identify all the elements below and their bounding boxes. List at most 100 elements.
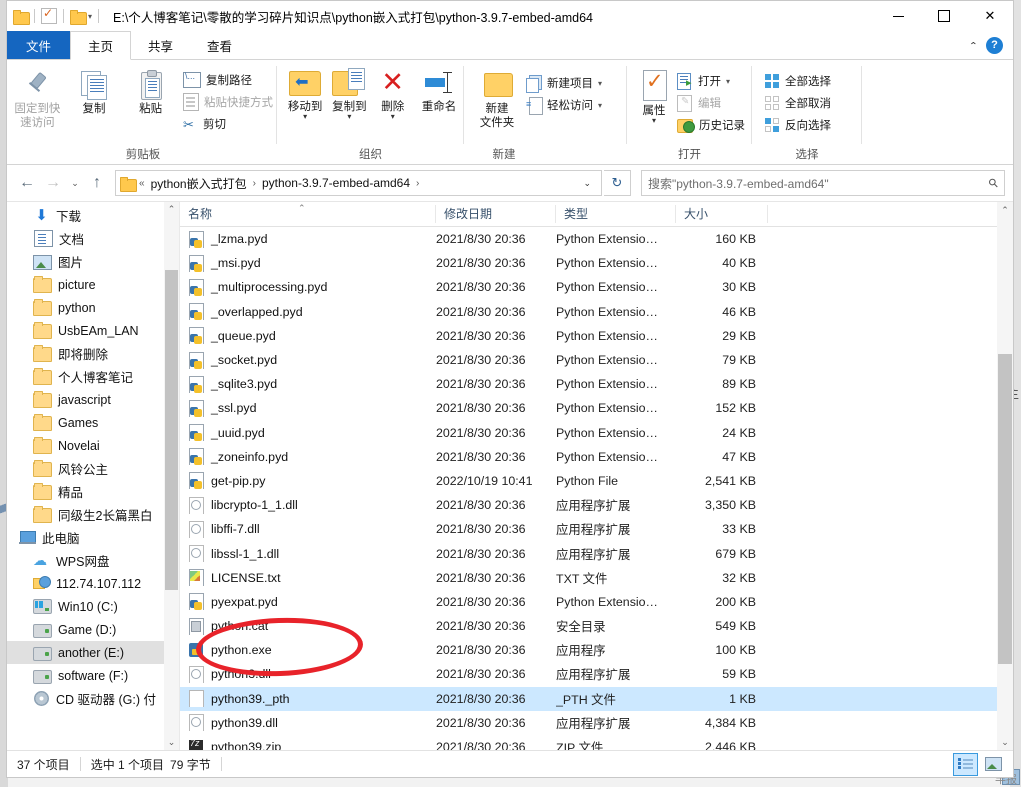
nav-item-13[interactable]: 同级生2长篇黑白: [7, 503, 179, 526]
nav-item-5[interactable]: UsbEAm_LAN⚲: [7, 319, 179, 342]
table-row[interactable]: python39.zip 2021/8/30 20:36 ZIP 文件 2,446 K…: [180, 735, 1013, 750]
breadcrumb-chevron-icon-2[interactable]: ›: [416, 178, 419, 189]
list-scroll-down-icon[interactable]: ⌄: [997, 734, 1013, 750]
close-button[interactable]: ✕: [967, 1, 1013, 31]
select-none-button[interactable]: 全部取消: [760, 92, 835, 114]
paste-shortcut-button[interactable]: 粘贴快捷方式: [179, 91, 277, 113]
new-folder-icon[interactable]: [70, 9, 87, 25]
table-row[interactable]: _msi.pyd 2021/8/30 20:36 Python Extensio… 4…: [180, 251, 1013, 275]
chevron-down-icon[interactable]: ▾: [598, 101, 602, 110]
address-input[interactable]: « python嵌入式打包 › python-3.9.7-embed-amd64…: [115, 170, 602, 196]
properties-button[interactable]: ✓ 属性 ▾: [635, 66, 673, 125]
table-row[interactable]: pyexpat.pyd 2021/8/30 20:36 Python Extensi…: [180, 590, 1013, 614]
nav-item-2[interactable]: 图片⚲: [7, 250, 179, 273]
nav-item-7[interactable]: 个人博客笔记⚲: [7, 365, 179, 388]
breadcrumb-item-parent[interactable]: python嵌入式打包: [149, 175, 249, 192]
nav-item-20[interactable]: software (F:): [7, 664, 179, 687]
select-all-button[interactable]: 全部选择: [760, 70, 835, 92]
move-to-button[interactable]: ⬅ 移动到 ▾: [283, 66, 327, 121]
breadcrumb-chevron-icon[interactable]: ›: [253, 178, 256, 189]
copy-path-button[interactable]: 复制路径: [179, 69, 277, 91]
chevron-down-icon[interactable]: ▾: [726, 77, 730, 86]
nav-item-12[interactable]: 精品: [7, 480, 179, 503]
chevron-down-icon[interactable]: ▾: [88, 12, 92, 21]
table-row[interactable]: _multiprocessing.pyd 2021/8/30 20:36 Pytho…: [180, 275, 1013, 299]
tab-share[interactable]: 共享: [131, 31, 190, 59]
chevron-up-icon[interactable]: ⌃: [969, 40, 978, 51]
nav-item-17[interactable]: Win10 (C:): [7, 595, 179, 618]
tab-file[interactable]: 文件: [7, 31, 71, 59]
table-row[interactable]: _overlapped.pyd 2021/8/30 20:36 Python Ext…: [180, 300, 1013, 324]
column-header-size[interactable]: 大小: [676, 205, 768, 223]
table-row[interactable]: get-pip.py 2022/10/19 10:41 Python File 2,5…: [180, 469, 1013, 493]
help-icon[interactable]: ?: [986, 36, 1003, 54]
chevron-down-icon[interactable]: ▾: [598, 79, 602, 88]
address-dropdown-icon[interactable]: ⌄: [577, 178, 597, 189]
nav-item-4[interactable]: python⚲: [7, 296, 179, 319]
invert-selection-button[interactable]: 反向选择: [760, 114, 835, 136]
chevron-down-icon[interactable]: ▾: [652, 117, 656, 125]
nav-item-9[interactable]: Games⚲: [7, 411, 179, 434]
thumbnail-view-button[interactable]: [982, 754, 1005, 775]
table-row[interactable]: python.cat 2021/8/30 20:36 安全目录 549 KB: [180, 614, 1013, 638]
table-row[interactable]: _queue.pyd 2021/8/30 20:36 Python Extensio…: [180, 324, 1013, 348]
search-input[interactable]: 搜索"python-3.9.7-embed-amd64": [648, 175, 829, 192]
paste-button[interactable]: 粘贴: [122, 66, 179, 116]
details-view-button[interactable]: [953, 752, 978, 776]
nav-scroll-down-icon[interactable]: ⌄: [164, 735, 179, 750]
chevron-down-icon[interactable]: ▾: [347, 113, 351, 121]
list-scroll-up-icon[interactable]: ⌃: [997, 202, 1013, 218]
table-row[interactable]: _lzma.pyd 2021/8/30 20:36 Python Extensio……: [180, 227, 1013, 251]
rename-button[interactable]: 重命名: [414, 66, 464, 114]
nav-item-16[interactable]: 112.74.107.112: [7, 572, 179, 595]
nav-item-8[interactable]: javascript⚲: [7, 388, 179, 411]
delete-button[interactable]: ✕ 删除 ▾: [372, 66, 414, 121]
column-header-date[interactable]: 修改日期: [436, 205, 556, 223]
table-row[interactable]: _sqlite3.pyd 2021/8/30 20:36 Python Extens…: [180, 372, 1013, 396]
table-row[interactable]: python3.dll 2021/8/30 20:36 应用程序扩展 59 KB: [180, 662, 1013, 686]
nav-item-6[interactable]: 即将删除⚲: [7, 342, 179, 365]
nav-item-14[interactable]: 此电脑: [7, 526, 179, 549]
maximize-button[interactable]: [921, 1, 967, 31]
back-button[interactable]: ←: [15, 171, 39, 195]
table-row[interactable]: _zoneinfo.pyd 2021/8/30 20:36 Python Exten…: [180, 445, 1013, 469]
tab-view[interactable]: 查看: [190, 31, 249, 59]
copy-button[interactable]: 复制: [66, 66, 123, 116]
table-row[interactable]: python39.dll 2021/8/30 20:36 应用程序扩展 4,384 K…: [180, 711, 1013, 735]
minimize-button[interactable]: [875, 1, 921, 31]
folder-icon[interactable]: [13, 9, 30, 25]
nav-item-15[interactable]: ☁ WPS网盘: [7, 549, 179, 572]
breadcrumb-overflow[interactable]: «: [139, 178, 145, 189]
table-row[interactable]: libffi-7.dll 2021/8/30 20:36 应用程序扩展 33 KB: [180, 517, 1013, 541]
nav-item-3[interactable]: picture⚲: [7, 273, 179, 296]
tab-home[interactable]: 主页: [70, 31, 132, 60]
refresh-button[interactable]: ↻: [604, 170, 631, 196]
open-button[interactable]: ▸ 打开 ▾: [673, 70, 749, 92]
new-item-button[interactable]: 新建项目 ▾: [522, 72, 606, 94]
forward-button[interactable]: →: [41, 171, 65, 195]
list-scroll-thumb[interactable]: [998, 354, 1012, 664]
table-row[interactable]: libcrypto-1_1.dll 2021/8/30 20:36 应用程序扩展 3,…: [180, 493, 1013, 517]
recent-locations-button[interactable]: ⌄: [67, 171, 83, 195]
nav-item-11[interactable]: 风铃公主: [7, 457, 179, 480]
nav-scroll-thumb[interactable]: [165, 270, 178, 590]
table-row[interactable]: libssl-1_1.dll 2021/8/30 20:36 应用程序扩展 679 K…: [180, 541, 1013, 565]
table-row[interactable]: LICENSE.txt 2021/8/30 20:36 TXT 文件 32 KB: [180, 566, 1013, 590]
history-button[interactable]: 历史记录: [673, 114, 749, 136]
chevron-down-icon[interactable]: ▾: [391, 113, 395, 121]
nav-item-19[interactable]: another (E:): [7, 641, 179, 664]
cut-button[interactable]: ✂ 剪切: [179, 113, 277, 135]
table-row[interactable]: _ssl.pyd 2021/8/30 20:36 Python Extensio… 1…: [180, 396, 1013, 420]
nav-item-18[interactable]: Game (D:): [7, 618, 179, 641]
edit-button[interactable]: ✎ 编辑: [673, 92, 749, 114]
table-row[interactable]: _uuid.pyd 2021/8/30 20:36 Python Extensio……: [180, 421, 1013, 445]
table-row[interactable]: python.exe 2021/8/30 20:36 应用程序 100 KB: [180, 638, 1013, 662]
pin-to-quick-access-button[interactable]: 固定到快 速访问: [9, 66, 66, 130]
nav-item-0[interactable]: ⬇下载⚲: [7, 204, 179, 227]
file-list-scrollbar[interactable]: ⌃ ⌄: [997, 202, 1013, 750]
table-row[interactable]: python39._pth 2021/8/30 20:36 _PTH 文件 1 KB: [180, 686, 1013, 711]
nav-item-1[interactable]: 文档⚲: [7, 227, 179, 250]
copy-to-button[interactable]: 复制到 ▾: [327, 66, 371, 121]
table-row[interactable]: _socket.pyd 2021/8/30 20:36 Python Extensi…: [180, 348, 1013, 372]
new-folder-button[interactable]: 新建 文件夹: [472, 66, 522, 130]
